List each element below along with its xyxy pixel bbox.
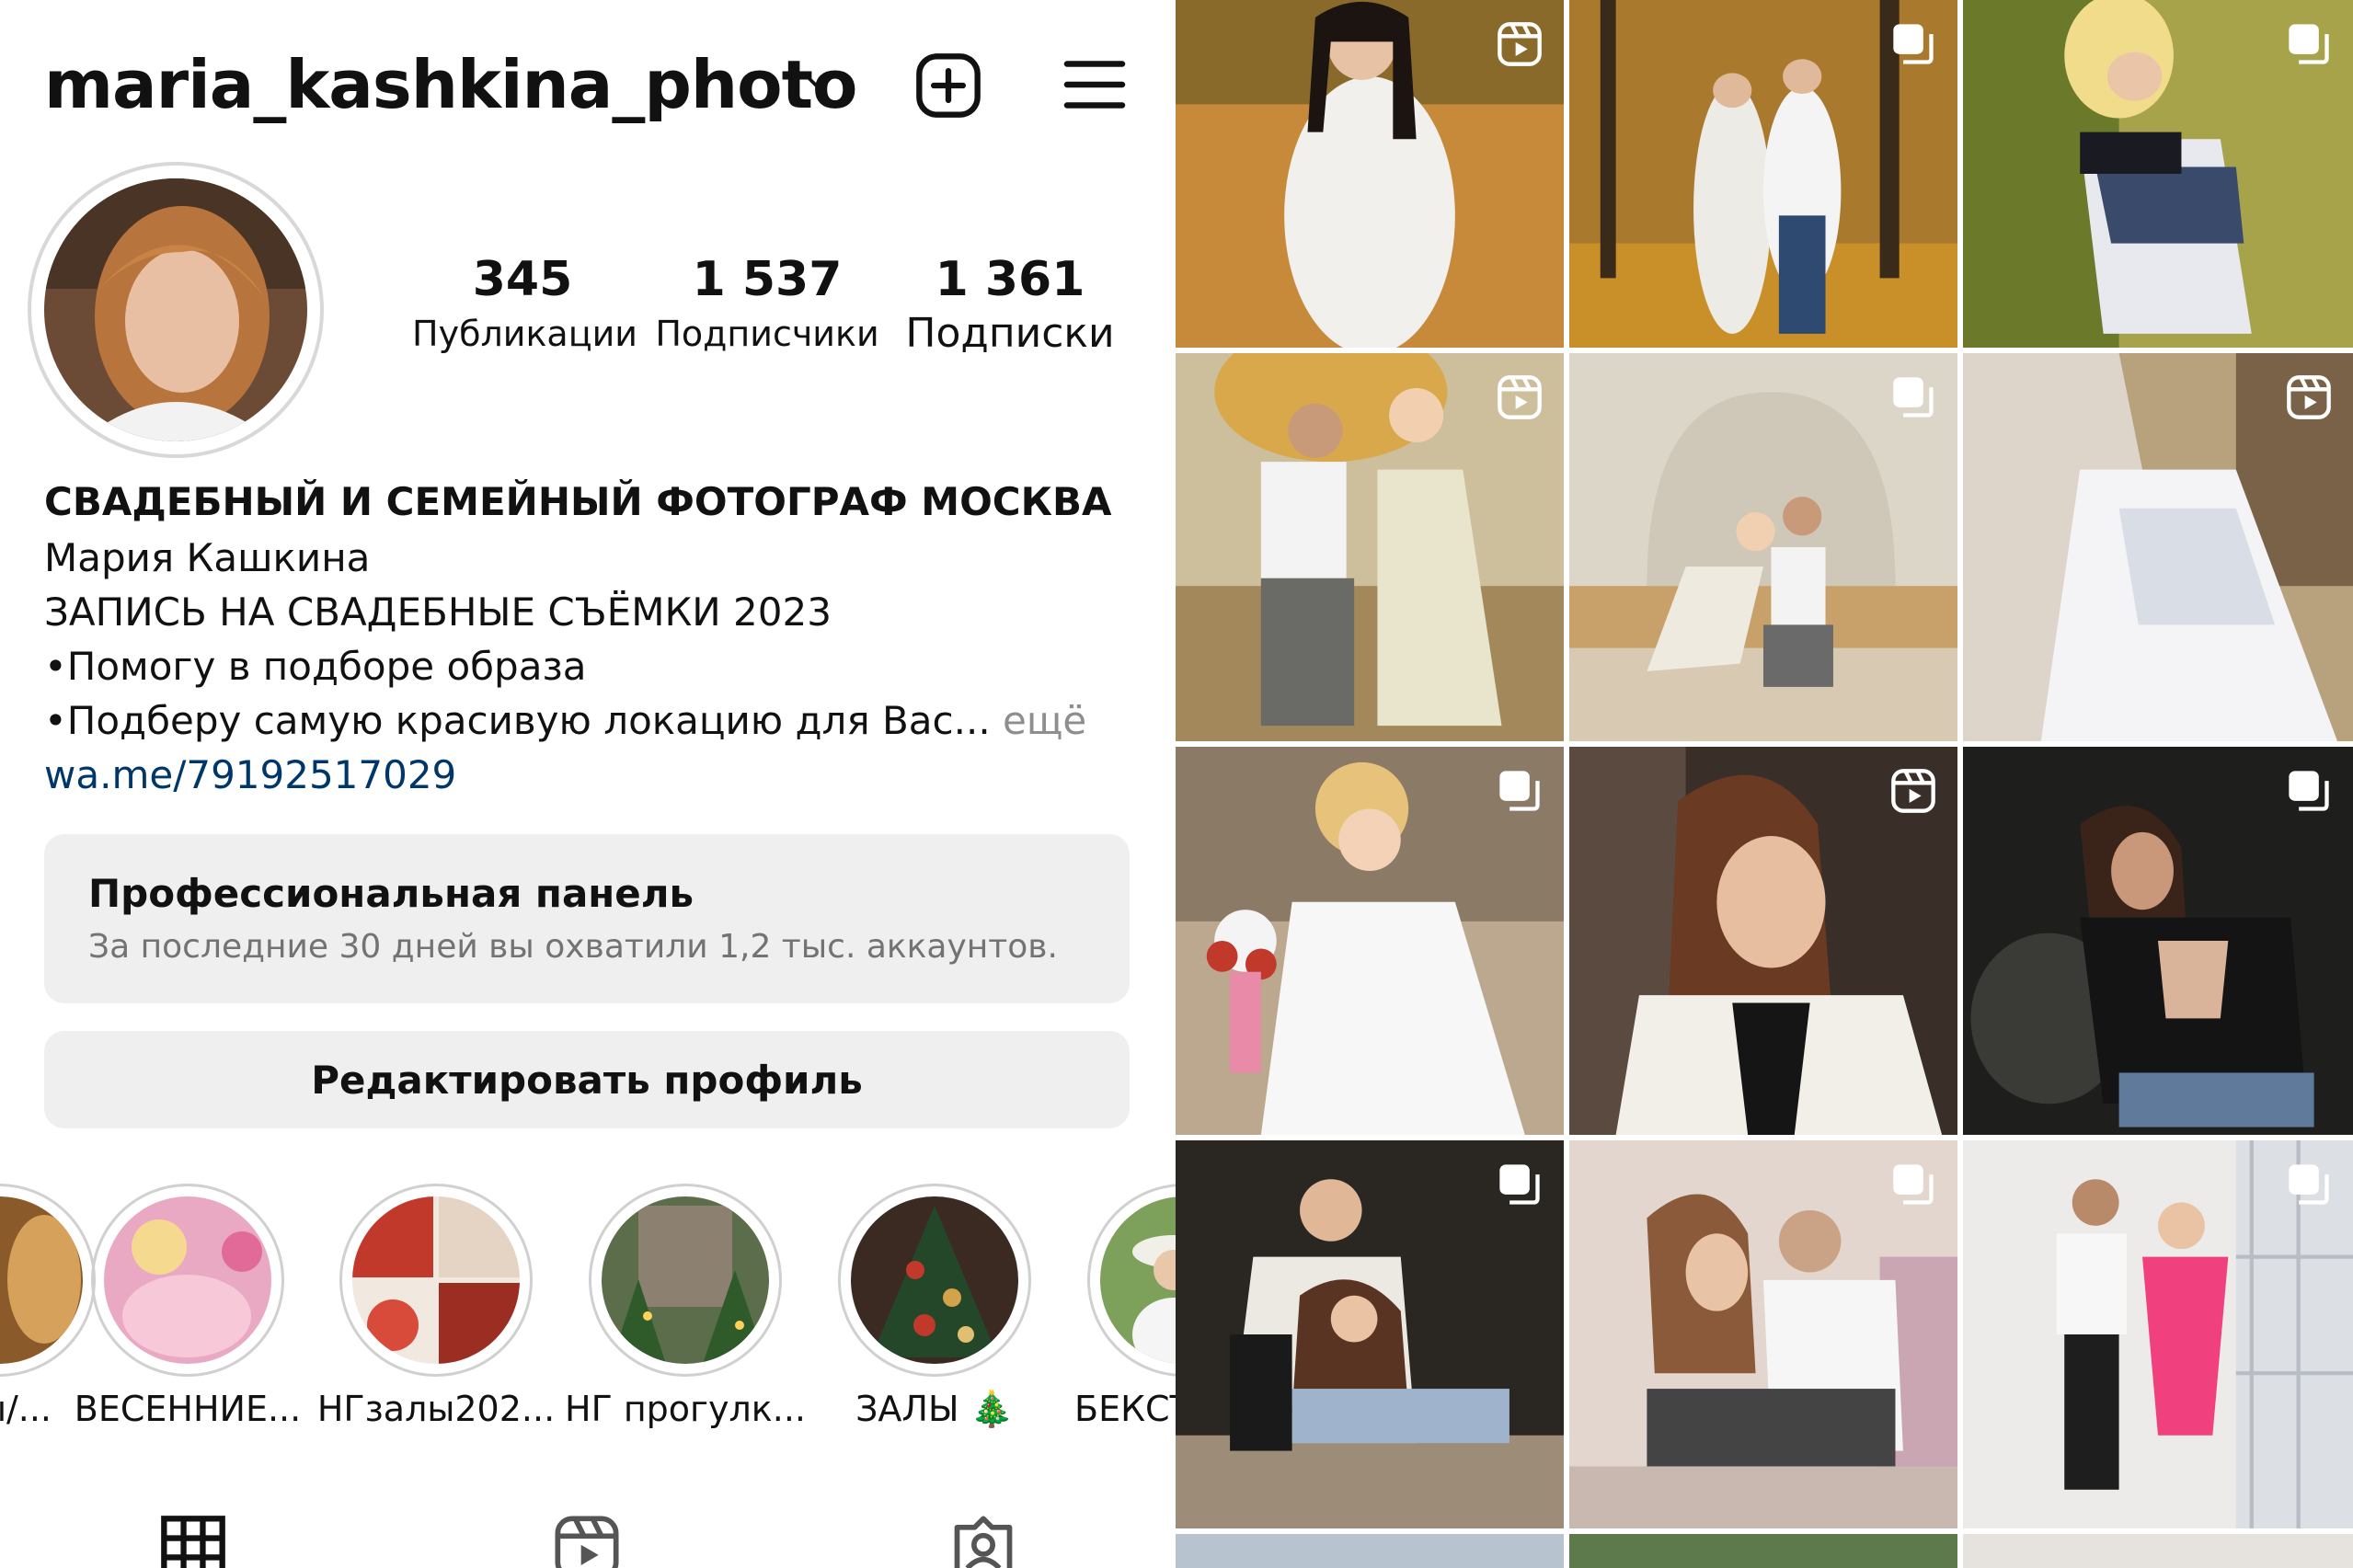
following-label: Подписки bbox=[905, 310, 1115, 357]
following-stat[interactable]: 1 361 Подписки bbox=[903, 250, 1117, 359]
grid-post-9[interactable] bbox=[1963, 747, 2353, 1135]
followers-stat[interactable]: 1 537 Подписчики bbox=[655, 250, 879, 359]
menu-icon[interactable] bbox=[1062, 57, 1127, 112]
new-post-icon[interactable] bbox=[913, 51, 983, 120]
highlight-label-5: ЗАЛЫ 🎄 bbox=[855, 1389, 1014, 1429]
reel-badge-icon bbox=[1891, 769, 1935, 813]
carousel-badge-icon bbox=[1499, 1164, 1540, 1205]
avatar-photo bbox=[44, 178, 307, 441]
professional-dashboard-subtitle: За последние 30 дней вы охватили 1,2 тыс… bbox=[88, 928, 1058, 966]
highlight-3[interactable] bbox=[339, 1184, 533, 1377]
highlight-cover bbox=[352, 1196, 520, 1364]
grid-post-8[interactable] bbox=[1569, 747, 1957, 1135]
chevron-down-icon[interactable] bbox=[804, 68, 835, 99]
grid-post-5[interactable] bbox=[1569, 353, 1957, 741]
carousel-badge-icon bbox=[1893, 24, 1934, 64]
posts-grid bbox=[1176, 0, 2353, 1568]
highlight-label-6: БЕКСТ bbox=[1074, 1389, 1176, 1429]
bio-more-link[interactable]: ещё bbox=[1003, 698, 1086, 743]
grid-post-14-partial[interactable] bbox=[1569, 1534, 1957, 1568]
followers-count: 1 537 bbox=[692, 252, 843, 307]
bio-title: СВАДЕБНЫЙ И СЕМЕЙНЫЙ ФОТОГРАФ МОСКВА bbox=[44, 479, 1112, 524]
grid-post-4[interactable] bbox=[1176, 353, 1564, 741]
tagged-icon[interactable] bbox=[948, 1513, 1018, 1568]
grid-post-15-partial[interactable] bbox=[1963, 1534, 2353, 1568]
highlight-6[interactable] bbox=[1087, 1184, 1176, 1377]
posts-label: Публикации bbox=[412, 314, 637, 354]
grid-post-1[interactable] bbox=[1176, 0, 1564, 348]
professional-dashboard[interactable]: Профессиональная панель За последние 30 … bbox=[44, 834, 1130, 1003]
highlight-cover bbox=[851, 1196, 1018, 1364]
bio: СВАДЕБНЫЙ И СЕМЕЙНЫЙ ФОТОГРАФ МОСКВА Мар… bbox=[44, 474, 1148, 802]
bio-line-2: •Помогу в подборе образа bbox=[44, 644, 587, 689]
carousel-badge-icon bbox=[2289, 1164, 2329, 1205]
grid-post-10[interactable] bbox=[1176, 1140, 1564, 1528]
highlight-cover bbox=[104, 1196, 271, 1364]
grid-icon[interactable] bbox=[158, 1513, 228, 1568]
highlight-label-3: НГзалы202... bbox=[316, 1389, 556, 1429]
highlight-1[interactable] bbox=[0, 1184, 96, 1377]
highlight-cover bbox=[602, 1196, 769, 1364]
reels-icon[interactable] bbox=[552, 1513, 622, 1568]
carousel-badge-icon bbox=[1893, 1164, 1934, 1205]
avatar[interactable] bbox=[44, 178, 307, 441]
highlight-4[interactable] bbox=[589, 1184, 782, 1377]
posts-stat[interactable]: 345 Публикации bbox=[412, 250, 637, 359]
bio-name: Мария Кашкина bbox=[44, 535, 371, 580]
grid-post-12[interactable] bbox=[1963, 1140, 2353, 1528]
posts-count: 345 bbox=[472, 252, 573, 307]
bio-website-link[interactable]: wa.me/79192517029 bbox=[44, 748, 1148, 802]
reel-badge-icon bbox=[2287, 375, 2331, 419]
carousel-badge-icon bbox=[2289, 771, 2329, 811]
carousel-badge-icon bbox=[2289, 24, 2329, 64]
bio-line-3: •Подберу самую красивую локацию для Вас.… bbox=[44, 698, 991, 743]
highlight-2[interactable] bbox=[91, 1184, 284, 1377]
highlight-label-1: ы/... bbox=[0, 1389, 52, 1429]
followers-label: Подписчики bbox=[655, 314, 879, 354]
professional-dashboard-title: Профессиональная панель bbox=[88, 871, 694, 916]
highlight-label-4: НГ прогулк... bbox=[565, 1389, 806, 1429]
carousel-badge-icon bbox=[1499, 771, 1540, 811]
username-title[interactable]: maria_kashkina_photo bbox=[44, 46, 858, 123]
highlight-5[interactable] bbox=[838, 1184, 1031, 1377]
bio-line-1: ЗАПИСЬ НА СВАДЕБНЫЕ СЪЁМКИ 2023 bbox=[44, 589, 832, 635]
grid-post-13-partial[interactable] bbox=[1176, 1534, 1564, 1568]
reel-badge-icon bbox=[1498, 375, 1542, 419]
bio-line-3-row: •Подберу самую красивую локацию для Вас.… bbox=[44, 693, 1148, 748]
grid-post-3[interactable] bbox=[1963, 0, 2353, 348]
following-count: 1 361 bbox=[935, 252, 1085, 307]
edit-profile-button[interactable]: Редактировать профиль bbox=[44, 1031, 1130, 1128]
profile-panel: maria_kashkina_photo 345 Публикации 1 53… bbox=[0, 0, 1176, 1568]
grid-post-6[interactable] bbox=[1963, 353, 2353, 741]
grid-post-7[interactable] bbox=[1176, 747, 1564, 1135]
grid-post-11[interactable] bbox=[1569, 1140, 1957, 1528]
highlight-label-2: ВЕСЕННИЕ... bbox=[74, 1389, 302, 1429]
grid-post-2[interactable] bbox=[1569, 0, 1957, 348]
carousel-badge-icon bbox=[1893, 377, 1934, 418]
reel-badge-icon bbox=[1498, 22, 1542, 66]
